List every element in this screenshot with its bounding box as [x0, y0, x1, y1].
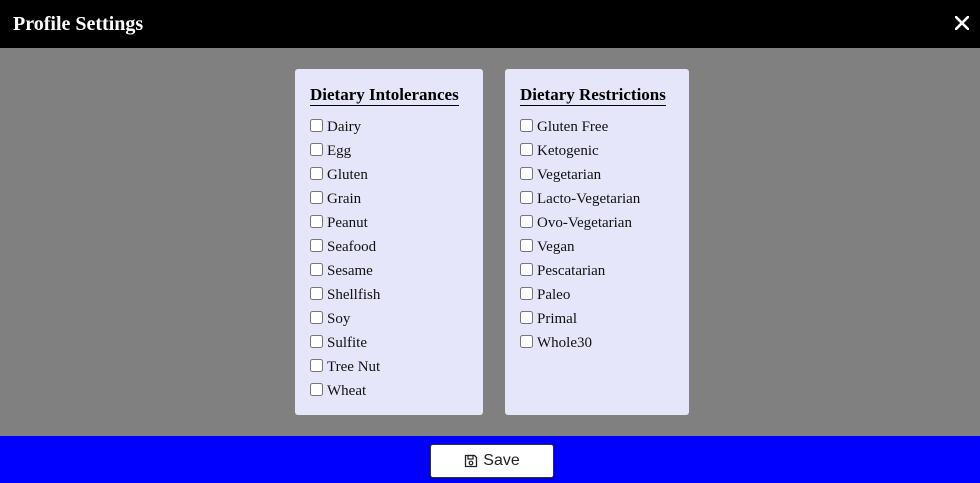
intolerance-option[interactable]: Sesame	[310, 259, 468, 283]
restriction-option[interactable]: Lacto-Vegetarian	[520, 187, 674, 211]
intolerance-checkbox[interactable]	[310, 262, 323, 276]
restriction-checkbox[interactable]	[520, 310, 533, 324]
intolerance-option-label: Soy	[327, 310, 351, 327]
intolerance-option[interactable]: Wheat	[310, 379, 468, 403]
page-title: Profile Settings	[13, 13, 144, 35]
intolerance-option[interactable]: Gluten	[310, 163, 468, 187]
intolerance-option-label: Peanut	[327, 214, 368, 231]
restriction-option-label: Gluten Free	[537, 118, 609, 135]
intolerance-option-label: Dairy	[327, 118, 362, 135]
intolerance-option[interactable]: Egg	[310, 139, 468, 163]
intolerance-checkbox[interactable]	[310, 310, 323, 324]
intolerance-option-label: Tree Nut	[327, 358, 381, 375]
restriction-checkbox[interactable]	[520, 214, 533, 228]
restriction-checkbox[interactable]	[520, 286, 533, 300]
intolerance-checkbox[interactable]	[310, 142, 323, 156]
restrictions-list: Gluten Free Ketogenic Vegetarian Lacto-Vege…	[520, 115, 674, 355]
restriction-option[interactable]: Paleo	[520, 283, 674, 307]
restriction-checkbox[interactable]	[520, 118, 533, 132]
restriction-checkbox[interactable]	[520, 166, 533, 180]
restriction-option[interactable]: Ketogenic	[520, 139, 674, 163]
intolerances-title: Dietary Intolerances	[310, 85, 459, 106]
intolerance-checkbox[interactable]	[310, 214, 323, 228]
save-button-label: Save	[483, 452, 520, 469]
restriction-option-label: Primal	[537, 310, 577, 327]
header-bar: Profile Settings	[0, 0, 980, 48]
restriction-option-label: Ketogenic	[537, 142, 599, 159]
restriction-option-label: Paleo	[537, 286, 571, 303]
intolerance-checkbox[interactable]	[310, 286, 323, 300]
restriction-option-label: Pescatarian	[537, 262, 606, 279]
restriction-option-label: Lacto-Vegetarian	[537, 190, 641, 207]
intolerances-list: Dairy Egg Gluten Grain Peanut Seafood Sesame Sh…	[310, 115, 468, 403]
restriction-option-label: Vegan	[537, 238, 575, 255]
restrictions-card: Dietary Restrictions Gluten Free Ketogeni…	[505, 69, 689, 415]
intolerance-checkbox[interactable]	[310, 118, 323, 132]
save-button[interactable]: Save	[430, 444, 554, 478]
restriction-option[interactable]: Ovo-Vegetarian	[520, 211, 674, 235]
restriction-option-label: Ovo-Vegetarian	[537, 214, 632, 231]
intolerance-checkbox[interactable]	[310, 334, 323, 348]
restriction-checkbox[interactable]	[520, 238, 533, 252]
intolerance-option-label: Egg	[327, 142, 352, 159]
restrictions-title: Dietary Restrictions	[520, 85, 666, 106]
restriction-option-label: Vegetarian	[537, 166, 602, 183]
settings-content: Dietary Intolerances Dairy Egg Gluten Grain…	[0, 48, 980, 436]
intolerance-option-label: Grain	[327, 190, 362, 207]
intolerance-option[interactable]: Peanut	[310, 211, 468, 235]
restriction-option-label: Whole30	[537, 334, 592, 351]
intolerance-option-label: Wheat	[327, 382, 367, 399]
intolerance-option-label: Sesame	[327, 262, 373, 279]
intolerance-checkbox[interactable]	[310, 238, 323, 252]
restriction-option[interactable]: Vegetarian	[520, 163, 674, 187]
floppy-disk-icon	[464, 454, 478, 468]
intolerance-option[interactable]: Soy	[310, 307, 468, 331]
restriction-option[interactable]: Gluten Free	[520, 115, 674, 139]
intolerance-option-label: Shellfish	[327, 286, 381, 303]
intolerance-checkbox[interactable]	[310, 382, 323, 396]
intolerance-option[interactable]: Seafood	[310, 235, 468, 259]
footer-bar: Save	[0, 436, 980, 483]
restriction-option[interactable]: Primal	[520, 307, 674, 331]
intolerance-option-label: Gluten	[327, 166, 368, 183]
close-icon	[955, 16, 969, 30]
intolerances-card: Dietary Intolerances Dairy Egg Gluten Grain…	[295, 69, 483, 415]
restriction-checkbox[interactable]	[520, 262, 533, 276]
restriction-checkbox[interactable]	[520, 190, 533, 204]
restriction-option[interactable]: Whole30	[520, 331, 674, 355]
intolerance-checkbox[interactable]	[310, 190, 323, 204]
intolerance-option-label: Sulfite	[327, 334, 367, 351]
intolerance-option[interactable]: Sulfite	[310, 331, 468, 355]
intolerance-checkbox[interactable]	[310, 166, 323, 180]
intolerance-checkbox[interactable]	[310, 358, 323, 372]
intolerance-option[interactable]: Shellfish	[310, 283, 468, 307]
intolerance-option[interactable]: Tree Nut	[310, 355, 468, 379]
restriction-option[interactable]: Vegan	[520, 235, 674, 259]
intolerance-option-label: Seafood	[327, 238, 377, 255]
intolerance-option[interactable]: Grain	[310, 187, 468, 211]
restriction-checkbox[interactable]	[520, 142, 533, 156]
intolerance-option[interactable]: Dairy	[310, 115, 468, 139]
restriction-checkbox[interactable]	[520, 334, 533, 348]
close-button[interactable]	[952, 11, 972, 35]
restriction-option[interactable]: Pescatarian	[520, 259, 674, 283]
